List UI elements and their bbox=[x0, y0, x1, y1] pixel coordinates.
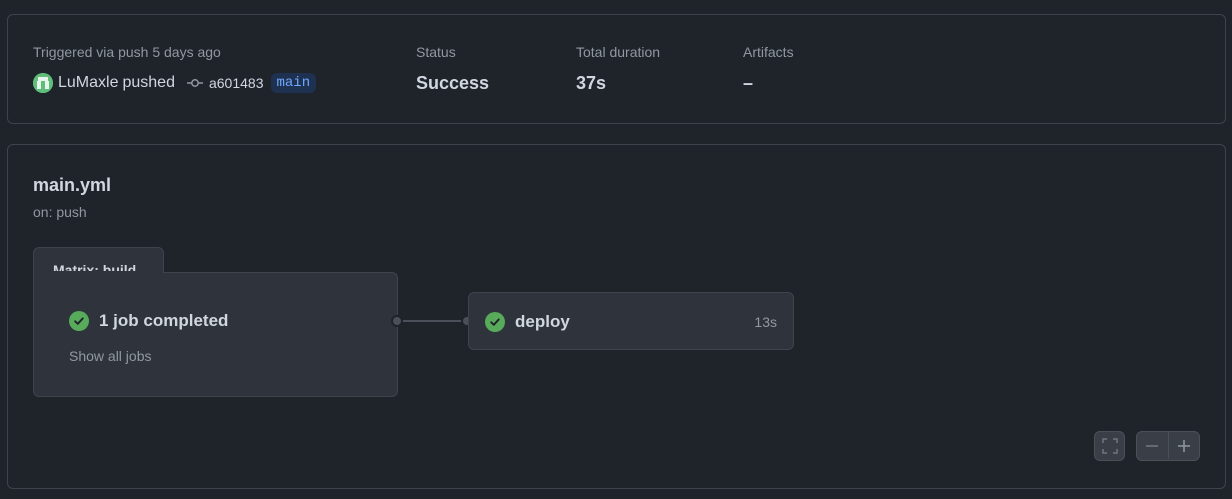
check-circle-icon bbox=[485, 312, 505, 332]
check-circle-icon bbox=[69, 311, 89, 331]
matrix-summary-row: 1 job completed bbox=[69, 311, 228, 331]
avatar[interactable] bbox=[33, 73, 53, 93]
commit-sha-link[interactable]: a601483 bbox=[209, 75, 264, 91]
duration-value: 37s bbox=[576, 73, 607, 93]
minus-icon bbox=[1146, 445, 1158, 447]
actor-link[interactable]: LuMaxle bbox=[58, 74, 118, 92]
trigger-label: Triggered via push 5 days ago bbox=[33, 44, 221, 60]
connector-start-dot bbox=[391, 315, 403, 327]
job-name: deploy bbox=[515, 312, 570, 331]
zoom-controls bbox=[1136, 431, 1200, 461]
artifacts-value: – bbox=[743, 73, 754, 93]
identicon-icon bbox=[33, 73, 53, 93]
artifacts-label: Artifacts bbox=[743, 44, 794, 60]
matrix-job-group[interactable]: 1 job completed Show all jobs bbox=[33, 272, 398, 397]
status-value: Success bbox=[416, 73, 490, 93]
status-label: Status bbox=[416, 44, 456, 60]
zoom-out-button[interactable] bbox=[1137, 431, 1168, 461]
action-text: pushed bbox=[122, 74, 175, 91]
trigger-details: LuMaxle pushed a601483 main bbox=[33, 71, 317, 95]
show-all-jobs-link[interactable]: Show all jobs bbox=[69, 348, 152, 364]
job-card-deploy[interactable]: deploy 13s bbox=[468, 292, 794, 350]
workflow-file-title[interactable]: main.yml bbox=[33, 175, 111, 196]
workflow-graph-panel: main.yml on: push Matrix: build 1 job co… bbox=[7, 144, 1226, 489]
job-row: deploy bbox=[485, 312, 570, 332]
matrix-summary-text: 1 job completed bbox=[99, 311, 229, 330]
tab-joint bbox=[34, 271, 163, 274]
artifacts-section: Artifacts – bbox=[743, 44, 794, 94]
fullscreen-icon bbox=[1101, 438, 1118, 454]
git-commit-icon bbox=[186, 78, 203, 88]
plus-icon bbox=[1178, 440, 1190, 452]
duration-label: Total duration bbox=[576, 44, 661, 60]
branch-badge[interactable]: main bbox=[270, 73, 317, 93]
status-section: Status Success bbox=[416, 44, 489, 94]
zoom-in-button[interactable] bbox=[1169, 431, 1200, 461]
trigger-section: Triggered via push 5 days ago bbox=[33, 44, 221, 60]
run-summary-panel: Triggered via push 5 days ago LuMaxle pu… bbox=[7, 14, 1226, 124]
duration-section: Total duration 37s bbox=[576, 44, 660, 94]
workflow-trigger: on: push bbox=[33, 204, 87, 220]
job-duration: 13s bbox=[754, 314, 777, 330]
fullscreen-button[interactable] bbox=[1094, 431, 1125, 461]
